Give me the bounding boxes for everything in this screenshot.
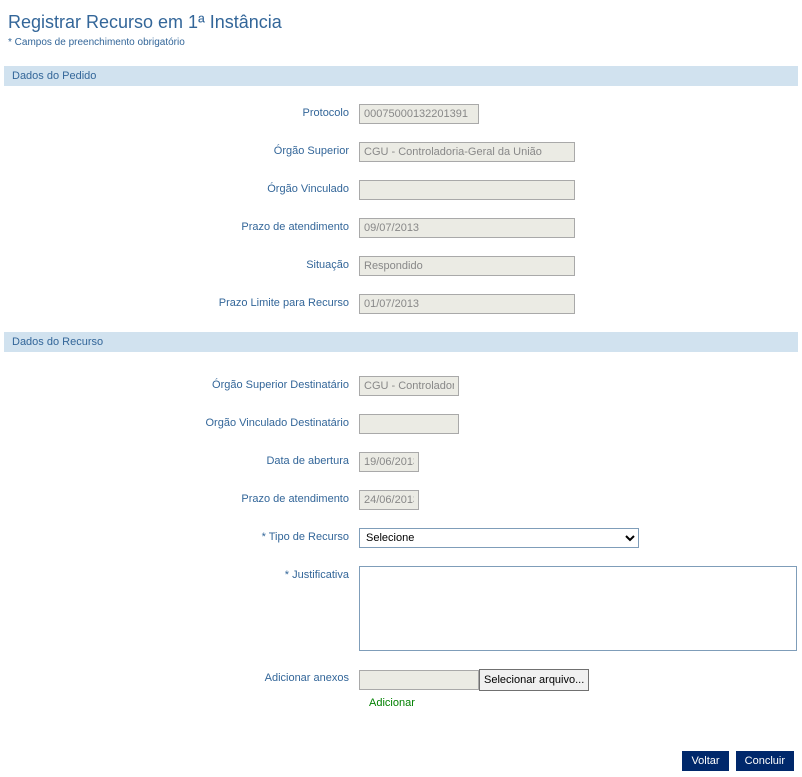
adicionar-link[interactable]: Adicionar: [369, 697, 798, 709]
page-title: Registrar Recurso em 1ª Instância: [8, 12, 798, 33]
row-protocolo: Protocolo: [4, 104, 798, 124]
section-header-recurso: Dados do Recurso: [4, 332, 798, 352]
row-prazo-limite-recurso: Prazo Limite para Recurso: [4, 294, 798, 314]
label-prazo-atendimento-recurso: Prazo de atendimento: [4, 490, 359, 505]
tipo-recurso-select[interactable]: Selecione: [359, 528, 639, 548]
prazo-limite-recurso-field: [359, 294, 575, 314]
label-orgao-superior: Órgão Superior: [4, 142, 359, 157]
row-prazo-atendimento: Prazo de atendimento: [4, 218, 798, 238]
row-situacao: Situação: [4, 256, 798, 276]
file-path-display: [359, 670, 479, 690]
row-orgao-vinculado: Órgão Vinculado: [4, 180, 798, 200]
label-tipo-recurso: * Tipo de Recurso: [4, 528, 359, 543]
orgao-sup-dest-field: [359, 376, 459, 396]
row-orgao-vinc-dest: Orgão Vinculado Destinatário: [4, 414, 798, 434]
row-prazo-atendimento-recurso: Prazo de atendimento: [4, 490, 798, 510]
row-orgao-sup-dest: Órgão Superior Destinatário: [4, 376, 798, 396]
label-prazo-limite-recurso: Prazo Limite para Recurso: [4, 294, 359, 309]
orgao-vinc-dest-field: [359, 414, 459, 434]
orgao-vinculado-field: [359, 180, 575, 200]
label-orgao-vinc-dest: Orgão Vinculado Destinatário: [4, 414, 359, 429]
concluir-button[interactable]: Concluir: [736, 751, 794, 771]
required-fields-note: * Campos de preenchimento obrigatório: [8, 37, 798, 48]
label-orgao-sup-dest: Órgão Superior Destinatário: [4, 376, 359, 391]
label-justificativa: * Justificativa: [4, 566, 359, 581]
label-situacao: Situação: [4, 256, 359, 271]
row-tipo-recurso: * Tipo de Recurso Selecione: [4, 528, 798, 548]
section-header-pedido: Dados do Pedido: [4, 66, 798, 86]
label-adicionar-anexos: Adicionar anexos: [4, 669, 359, 684]
action-buttons: Voltar Concluir: [4, 751, 798, 771]
row-justificativa: * Justificativa: [4, 566, 798, 651]
label-protocolo: Protocolo: [4, 104, 359, 119]
prazo-atendimento-field: [359, 218, 575, 238]
justificativa-textarea[interactable]: [359, 566, 797, 651]
orgao-superior-field: [359, 142, 575, 162]
label-prazo-atendimento: Prazo de atendimento: [4, 218, 359, 233]
row-data-abertura: Data de abertura: [4, 452, 798, 472]
row-adicionar-anexos: Adicionar anexos Selecionar arquivo...: [4, 669, 798, 691]
prazo-atendimento-recurso-field: [359, 490, 419, 510]
voltar-button[interactable]: Voltar: [682, 751, 728, 771]
data-abertura-field: [359, 452, 419, 472]
situacao-field: [359, 256, 575, 276]
label-orgao-vinculado: Órgão Vinculado: [4, 180, 359, 195]
protocolo-field: [359, 104, 479, 124]
label-data-abertura: Data de abertura: [4, 452, 359, 467]
row-orgao-superior: Órgão Superior: [4, 142, 798, 162]
select-file-button[interactable]: Selecionar arquivo...: [479, 669, 589, 691]
